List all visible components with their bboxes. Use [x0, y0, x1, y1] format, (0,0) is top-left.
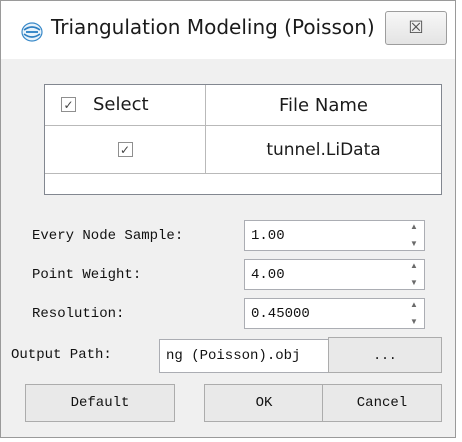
ok-button[interactable]: OK	[204, 384, 324, 422]
spin-up-icon[interactable]: ▲	[410, 262, 418, 270]
checkmark-icon: ✓	[119, 142, 131, 157]
ok-button-label: OK	[255, 395, 273, 411]
dialog-window: Triangulation Modeling (Poisson) ☒ ✓ Sel…	[0, 0, 456, 438]
close-icon: ☒	[408, 18, 424, 37]
spin-arrows[interactable]: ▲ ▼	[408, 301, 420, 326]
point-weight-label: Point Weight:	[32, 267, 142, 283]
file-table: ✓ Select File Name ✓ tunnel.LiData	[44, 84, 442, 195]
spin-arrows[interactable]: ▲ ▼	[408, 223, 420, 248]
every-node-sample-label: Every Node Sample:	[32, 228, 184, 244]
point-weight-value: 4.00	[251, 267, 285, 283]
window-title: Triangulation Modeling (Poisson)	[51, 15, 375, 39]
select-header-label: Select	[93, 94, 149, 115]
app-logo-icon	[21, 22, 43, 42]
close-button[interactable]: ☒	[385, 11, 447, 45]
select-all-checkbox[interactable]: ✓	[61, 97, 76, 112]
browse-button[interactable]: ...	[328, 337, 442, 373]
point-weight-spinbox[interactable]: 4.00 ▲ ▼	[244, 259, 425, 290]
spin-up-icon[interactable]: ▲	[410, 223, 418, 231]
default-button[interactable]: Default	[25, 384, 175, 422]
checkmark-icon: ✓	[63, 97, 74, 112]
file-name-value: tunnel.LiData	[266, 139, 381, 160]
table-row-checkbox-cell: ✓	[45, 126, 206, 174]
spin-down-icon[interactable]: ▼	[410, 318, 418, 326]
output-path-label: Output Path:	[11, 347, 112, 363]
spin-down-icon[interactable]: ▼	[410, 240, 418, 248]
browse-button-label: ...	[373, 347, 397, 363]
output-path-value: ng (Poisson).obj	[166, 348, 301, 364]
resolution-value: 0.45000	[251, 306, 310, 322]
output-path-field[interactable]: ng (Poisson).obj	[159, 339, 331, 373]
spin-arrows[interactable]: ▲ ▼	[408, 262, 420, 287]
every-node-sample-spinbox[interactable]: 1.00 ▲ ▼	[244, 220, 425, 251]
title-bar: Triangulation Modeling (Poisson) ☒	[1, 1, 455, 59]
column-header-file-name[interactable]: File Name	[206, 85, 441, 126]
resolution-spinbox[interactable]: 0.45000 ▲ ▼	[244, 298, 425, 329]
table-row-file-cell[interactable]: tunnel.LiData	[206, 126, 441, 174]
resolution-label: Resolution:	[32, 306, 125, 322]
spin-up-icon[interactable]: ▲	[410, 301, 418, 309]
default-button-label: Default	[70, 395, 130, 411]
file-name-header-label: File Name	[279, 94, 368, 116]
column-header-select[interactable]: ✓ Select	[45, 85, 206, 126]
cancel-button-label: Cancel	[356, 395, 408, 411]
row-checkbox[interactable]: ✓	[117, 142, 133, 157]
cancel-button[interactable]: Cancel	[322, 384, 442, 422]
spin-down-icon[interactable]: ▼	[410, 279, 418, 287]
every-node-sample-value: 1.00	[251, 228, 285, 244]
